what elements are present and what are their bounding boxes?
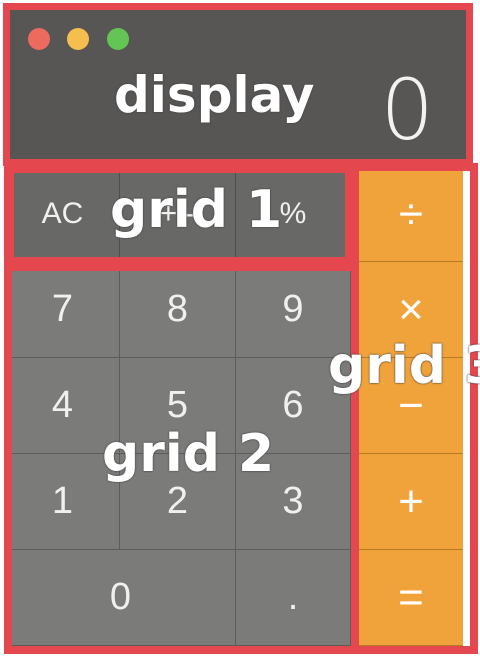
- display-panel: 0: [6, 6, 468, 160]
- key-3[interactable]: 3: [236, 454, 351, 550]
- minus-key[interactable]: −: [359, 358, 463, 454]
- plus-key[interactable]: +: [359, 454, 463, 550]
- key-7[interactable]: 7: [6, 262, 120, 358]
- key-5[interactable]: 5: [120, 358, 236, 454]
- key-6[interactable]: 6: [236, 358, 351, 454]
- close-window-button[interactable]: [28, 28, 50, 50]
- key-1[interactable]: 1: [6, 454, 120, 550]
- all-clear-key[interactable]: AC: [6, 166, 120, 262]
- key-0[interactable]: 0: [6, 550, 236, 646]
- plus-minus-key[interactable]: +/-: [120, 166, 236, 262]
- percent-key[interactable]: %: [236, 166, 351, 262]
- equals-key[interactable]: =: [359, 550, 463, 646]
- key-8[interactable]: 8: [120, 262, 236, 358]
- zoom-window-button[interactable]: [107, 28, 129, 50]
- key-9[interactable]: 9: [236, 262, 351, 358]
- decimal-key[interactable]: .: [236, 550, 351, 646]
- minimize-window-button[interactable]: [67, 28, 89, 50]
- calculator-window: 0 AC +/- % 7 8 9 4 5 6 1 2 3 0 . ÷ × − +…: [0, 0, 480, 656]
- key-2[interactable]: 2: [120, 454, 236, 550]
- multiply-key[interactable]: ×: [359, 262, 463, 358]
- divide-key[interactable]: ÷: [359, 168, 463, 262]
- display-value: 0: [380, 61, 434, 159]
- key-4[interactable]: 4: [6, 358, 120, 454]
